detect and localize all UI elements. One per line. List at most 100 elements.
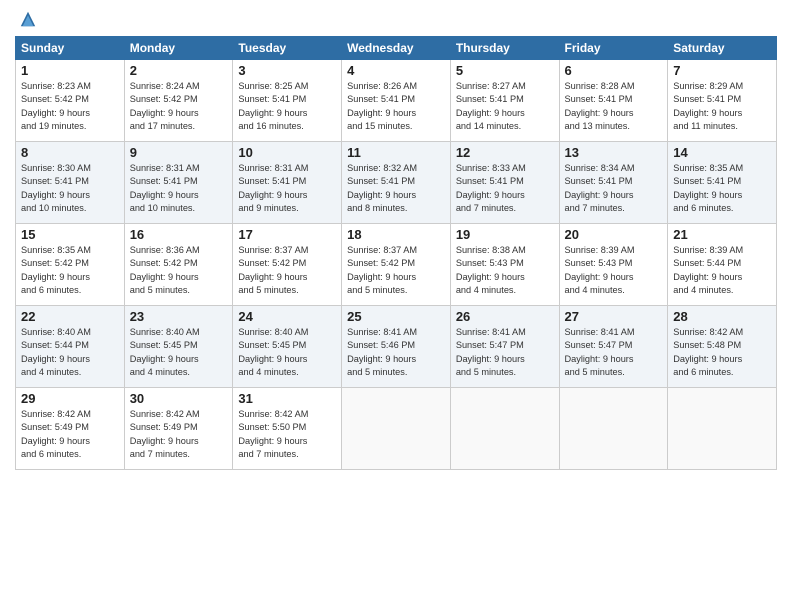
calendar-cell: 20 Sunrise: 8:39 AM Sunset: 5:43 PM Dayli… [559,224,668,306]
calendar-cell: 8 Sunrise: 8:30 AM Sunset: 5:41 PM Daylig… [16,142,125,224]
day-info: Sunrise: 8:40 AM Sunset: 5:45 PM Dayligh… [238,326,336,379]
day-number: 28 [673,309,771,324]
day-number: 16 [130,227,228,242]
calendar-week-row: 22 Sunrise: 8:40 AM Sunset: 5:44 PM Dayli… [16,306,777,388]
calendar-cell: 26 Sunrise: 8:41 AM Sunset: 5:47 PM Dayli… [450,306,559,388]
day-info: Sunrise: 8:40 AM Sunset: 5:45 PM Dayligh… [130,326,228,379]
day-info: Sunrise: 8:32 AM Sunset: 5:41 PM Dayligh… [347,162,445,215]
day-number: 15 [21,227,119,242]
calendar-cell: 24 Sunrise: 8:40 AM Sunset: 5:45 PM Dayli… [233,306,342,388]
day-number: 8 [21,145,119,160]
day-number: 24 [238,309,336,324]
day-number: 26 [456,309,554,324]
day-number: 14 [673,145,771,160]
header [15,10,777,28]
day-info: Sunrise: 8:39 AM Sunset: 5:44 PM Dayligh… [673,244,771,297]
day-number: 1 [21,63,119,78]
day-info: Sunrise: 8:40 AM Sunset: 5:44 PM Dayligh… [21,326,119,379]
calendar-cell: 10 Sunrise: 8:31 AM Sunset: 5:41 PM Dayli… [233,142,342,224]
calendar-week-row: 29 Sunrise: 8:42 AM Sunset: 5:49 PM Dayli… [16,388,777,470]
day-number: 4 [347,63,445,78]
calendar-cell [450,388,559,470]
day-info: Sunrise: 8:37 AM Sunset: 5:42 PM Dayligh… [347,244,445,297]
day-number: 30 [130,391,228,406]
calendar-cell: 15 Sunrise: 8:35 AM Sunset: 5:42 PM Dayli… [16,224,125,306]
calendar-cell: 1 Sunrise: 8:23 AM Sunset: 5:42 PM Daylig… [16,60,125,142]
calendar-cell: 11 Sunrise: 8:32 AM Sunset: 5:41 PM Dayli… [342,142,451,224]
calendar-cell [668,388,777,470]
day-info: Sunrise: 8:42 AM Sunset: 5:49 PM Dayligh… [130,408,228,461]
day-info: Sunrise: 8:35 AM Sunset: 5:42 PM Dayligh… [21,244,119,297]
calendar-cell: 5 Sunrise: 8:27 AM Sunset: 5:41 PM Daylig… [450,60,559,142]
day-info: Sunrise: 8:39 AM Sunset: 5:43 PM Dayligh… [565,244,663,297]
day-info: Sunrise: 8:41 AM Sunset: 5:47 PM Dayligh… [456,326,554,379]
calendar-cell: 14 Sunrise: 8:35 AM Sunset: 5:41 PM Dayli… [668,142,777,224]
calendar-cell: 23 Sunrise: 8:40 AM Sunset: 5:45 PM Dayli… [124,306,233,388]
calendar-header-sunday: Sunday [16,37,125,60]
day-number: 11 [347,145,445,160]
day-info: Sunrise: 8:30 AM Sunset: 5:41 PM Dayligh… [21,162,119,215]
day-number: 3 [238,63,336,78]
calendar-cell: 2Sunrise: 8:24 AM Sunset: 5:42 PM Daylig… [124,60,233,142]
calendar-header-friday: Friday [559,37,668,60]
page: SundayMondayTuesdayWednesdayThursdayFrid… [0,0,792,612]
calendar-cell: 6 Sunrise: 8:28 AM Sunset: 5:41 PM Daylig… [559,60,668,142]
day-number: 12 [456,145,554,160]
day-number: 22 [21,309,119,324]
day-info: Sunrise: 8:25 AM Sunset: 5:41 PM Dayligh… [238,80,336,133]
calendar-header-saturday: Saturday [668,37,777,60]
calendar-cell: 9Sunrise: 8:31 AM Sunset: 5:41 PM Daylig… [124,142,233,224]
calendar-cell: 17Sunrise: 8:37 AM Sunset: 5:42 PM Dayli… [233,224,342,306]
calendar-cell: 28 Sunrise: 8:42 AM Sunset: 5:48 PM Dayli… [668,306,777,388]
day-info: Sunrise: 8:41 AM Sunset: 5:47 PM Dayligh… [565,326,663,379]
calendar-cell: 16Sunrise: 8:36 AM Sunset: 5:42 PM Dayli… [124,224,233,306]
day-info: Sunrise: 8:29 AM Sunset: 5:41 PM Dayligh… [673,80,771,133]
day-number: 18 [347,227,445,242]
day-info: Sunrise: 8:35 AM Sunset: 5:41 PM Dayligh… [673,162,771,215]
logo [15,10,37,28]
day-info: Sunrise: 8:24 AM Sunset: 5:42 PM Dayligh… [130,80,228,133]
day-info: Sunrise: 8:34 AM Sunset: 5:41 PM Dayligh… [565,162,663,215]
day-info: Sunrise: 8:27 AM Sunset: 5:41 PM Dayligh… [456,80,554,133]
calendar-cell: 29 Sunrise: 8:42 AM Sunset: 5:49 PM Dayli… [16,388,125,470]
calendar-header-row: SundayMondayTuesdayWednesdayThursdayFrid… [16,37,777,60]
calendar-cell: 30 Sunrise: 8:42 AM Sunset: 5:49 PM Dayli… [124,388,233,470]
calendar-header-thursday: Thursday [450,37,559,60]
calendar-week-row: 8 Sunrise: 8:30 AM Sunset: 5:41 PM Daylig… [16,142,777,224]
day-number: 29 [21,391,119,406]
day-info: Sunrise: 8:23 AM Sunset: 5:42 PM Dayligh… [21,80,119,133]
calendar-header-tuesday: Tuesday [233,37,342,60]
calendar-cell: 25Sunrise: 8:41 AM Sunset: 5:46 PM Dayli… [342,306,451,388]
calendar-header-wednesday: Wednesday [342,37,451,60]
day-info: Sunrise: 8:42 AM Sunset: 5:49 PM Dayligh… [21,408,119,461]
logo-icon [19,10,37,28]
day-number: 25 [347,309,445,324]
day-info: Sunrise: 8:42 AM Sunset: 5:48 PM Dayligh… [673,326,771,379]
calendar-table: SundayMondayTuesdayWednesdayThursdayFrid… [15,36,777,470]
calendar-cell: 12Sunrise: 8:33 AM Sunset: 5:41 PM Dayli… [450,142,559,224]
calendar-cell: 18 Sunrise: 8:37 AM Sunset: 5:42 PM Dayli… [342,224,451,306]
day-number: 5 [456,63,554,78]
day-number: 6 [565,63,663,78]
day-number: 23 [130,309,228,324]
day-number: 27 [565,309,663,324]
day-number: 9 [130,145,228,160]
day-number: 19 [456,227,554,242]
day-info: Sunrise: 8:42 AM Sunset: 5:50 PM Dayligh… [238,408,336,461]
day-info: Sunrise: 8:28 AM Sunset: 5:41 PM Dayligh… [565,80,663,133]
day-info: Sunrise: 8:38 AM Sunset: 5:43 PM Dayligh… [456,244,554,297]
calendar-cell: 7Sunrise: 8:29 AM Sunset: 5:41 PM Daylig… [668,60,777,142]
day-info: Sunrise: 8:31 AM Sunset: 5:41 PM Dayligh… [238,162,336,215]
calendar-cell: 4 Sunrise: 8:26 AM Sunset: 5:41 PM Daylig… [342,60,451,142]
calendar-cell: 31Sunrise: 8:42 AM Sunset: 5:50 PM Dayli… [233,388,342,470]
day-info: Sunrise: 8:26 AM Sunset: 5:41 PM Dayligh… [347,80,445,133]
day-number: 20 [565,227,663,242]
day-number: 13 [565,145,663,160]
calendar-cell: 22 Sunrise: 8:40 AM Sunset: 5:44 PM Dayli… [16,306,125,388]
calendar-cell [342,388,451,470]
calendar-cell: 21Sunrise: 8:39 AM Sunset: 5:44 PM Dayli… [668,224,777,306]
calendar-cell: 3 Sunrise: 8:25 AM Sunset: 5:41 PM Daylig… [233,60,342,142]
day-info: Sunrise: 8:37 AM Sunset: 5:42 PM Dayligh… [238,244,336,297]
day-number: 10 [238,145,336,160]
calendar-cell: 27 Sunrise: 8:41 AM Sunset: 5:47 PM Dayli… [559,306,668,388]
